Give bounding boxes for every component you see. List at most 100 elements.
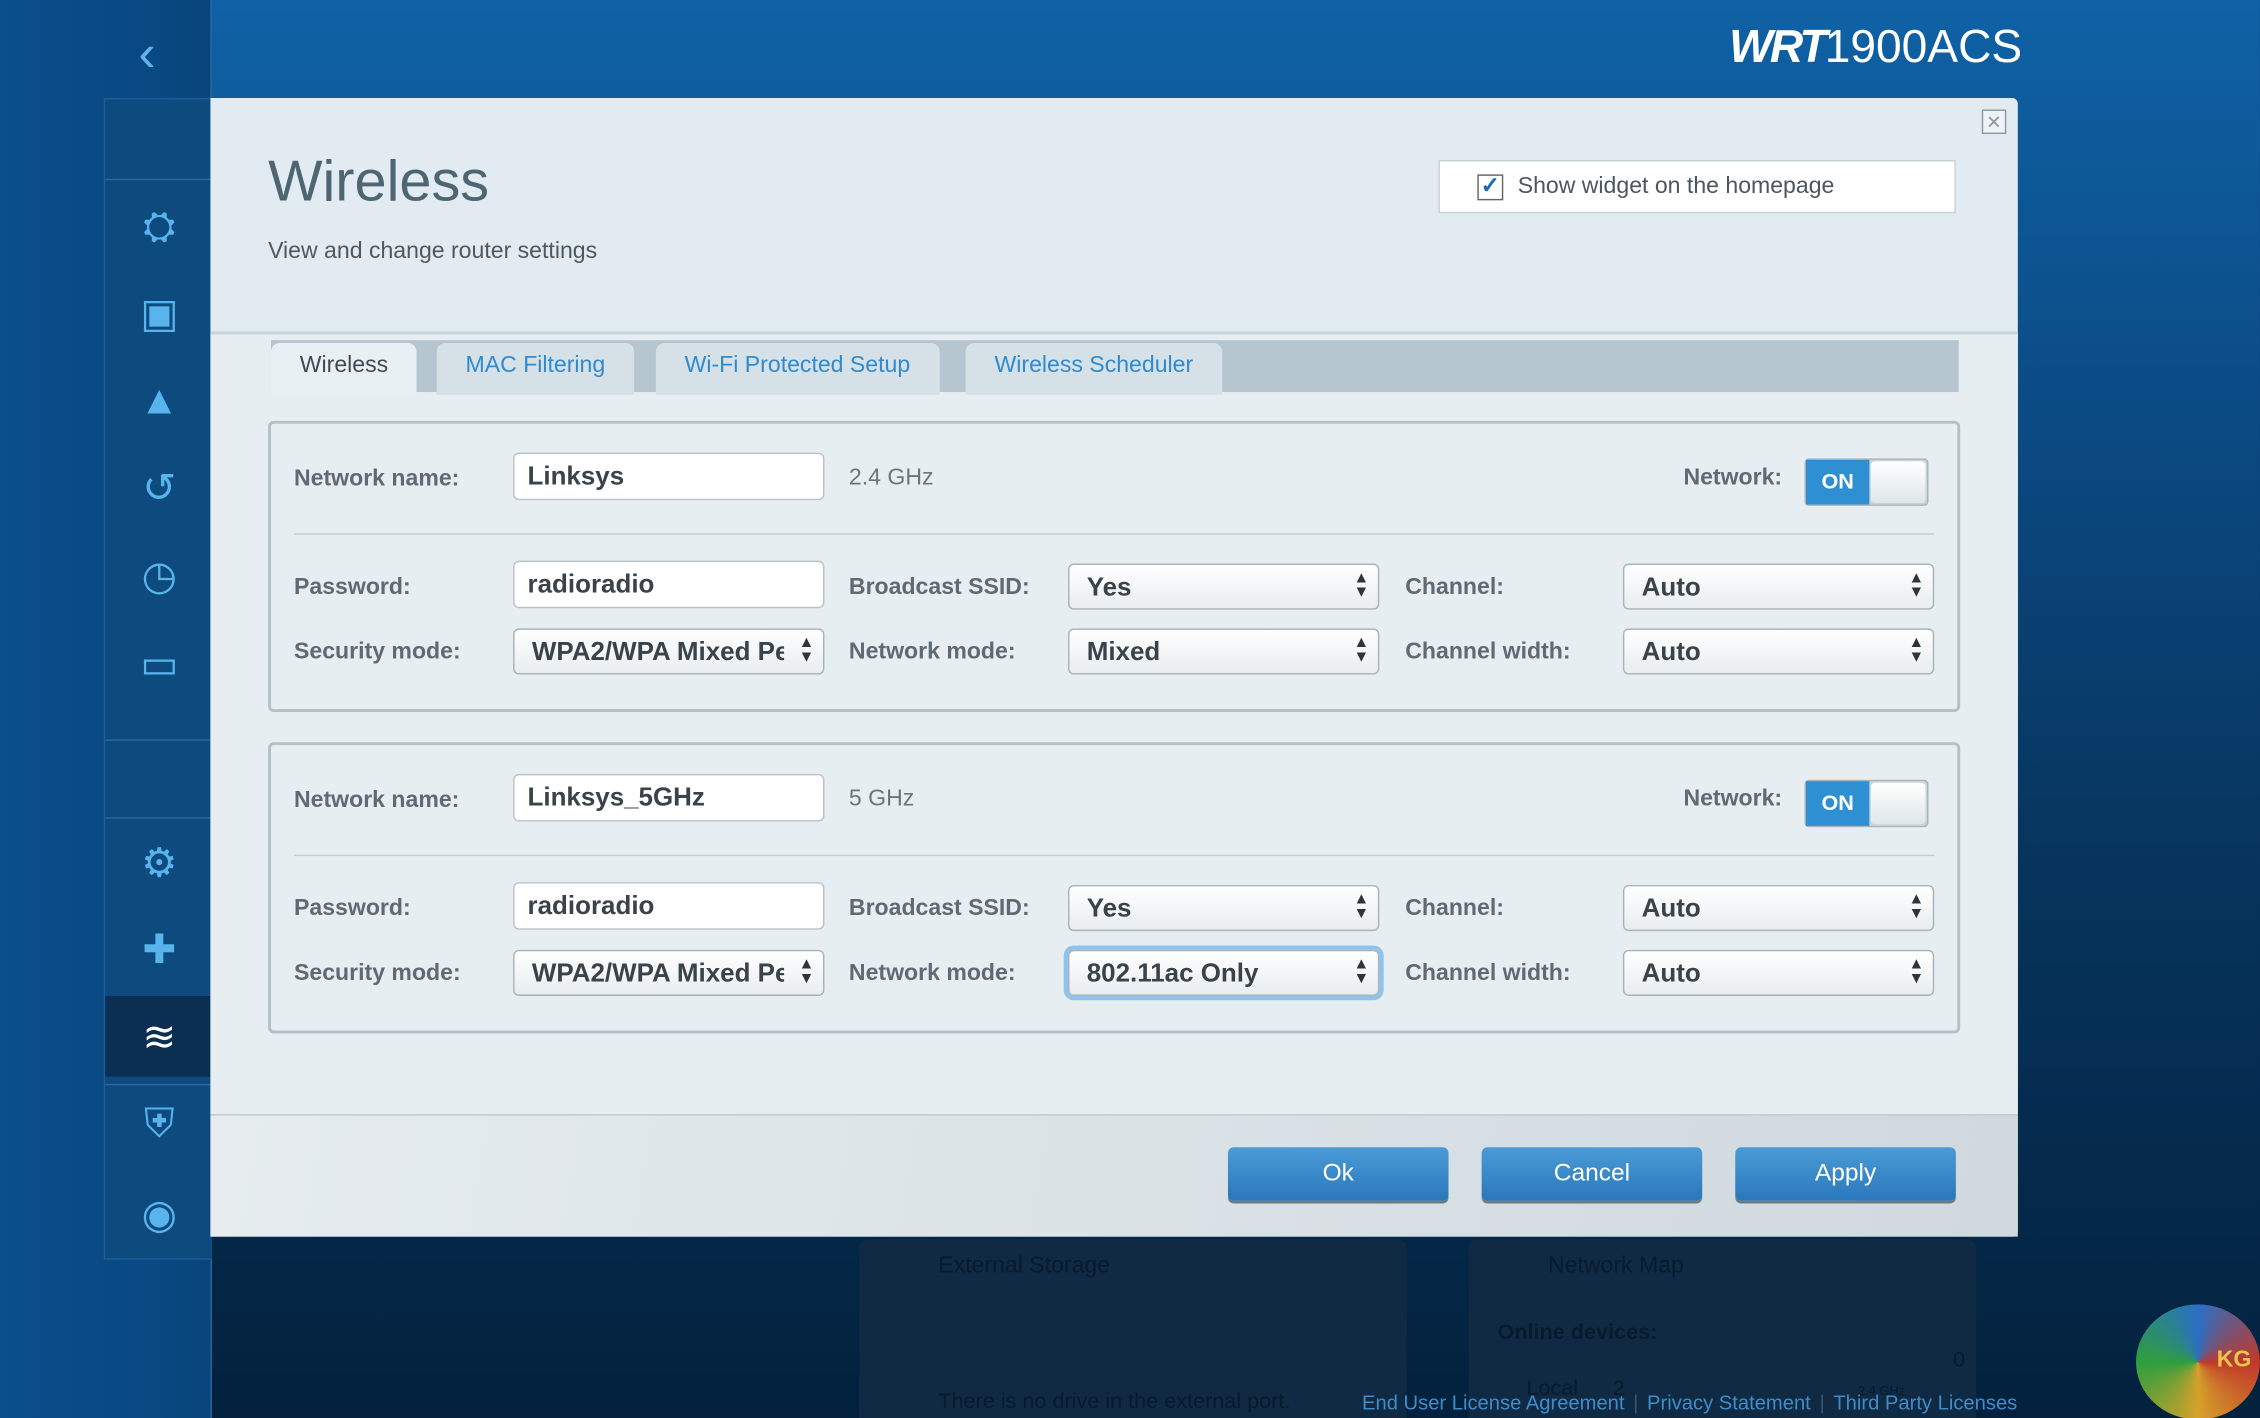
- footer-links: End User License Agreement | Privacy State…: [1362, 1391, 2017, 1414]
- sidebar-divider: [105, 739, 214, 741]
- toggle-knob[interactable]: [1870, 461, 1926, 504]
- channel-select[interactable]: Auto ▲ ▼: [1622, 563, 1935, 610]
- troubleshooting-icon[interactable]: ✚: [105, 908, 213, 989]
- page-title: Wireless: [268, 149, 490, 214]
- network-label: Network:: [1683, 465, 1783, 491]
- ok-button[interactable]: Ok: [1227, 1147, 1449, 1201]
- select-value: Yes: [1086, 572, 1132, 602]
- select-arrows-icon: ▲ ▼: [798, 955, 815, 988]
- checkbox-checked-icon[interactable]: ✓: [1477, 173, 1504, 200]
- product-logo: WRT1900ACS: [1729, 20, 2023, 73]
- settings-content: Wireless MAC Filtering Wi-Fi Protected S…: [210, 331, 2018, 1115]
- tab-bar: Wireless MAC Filtering Wi-Fi Protected S…: [270, 340, 1959, 395]
- security-mode-select[interactable]: WPA2/WPA Mixed Personal ▲▼: [513, 949, 825, 996]
- network-label: Network:: [1683, 786, 1783, 812]
- network-mode-select[interactable]: Mixed ▲ ▼: [1068, 628, 1380, 675]
- password-input[interactable]: radioradio: [513, 560, 825, 609]
- network-name-input[interactable]: Linksys: [513, 452, 825, 501]
- network-map-icon[interactable]: ⛭: [105, 186, 213, 267]
- select-value: Yes: [1086, 893, 1132, 923]
- usb-icon[interactable]: ▭: [105, 623, 213, 704]
- broadcast-ssid-label: Broadcast SSID:: [848, 575, 1030, 600]
- select-arrows-icon: ▲ ▼: [1908, 634, 1925, 666]
- wireless-dialog: ✕ Wireless View and change router settin…: [210, 98, 2018, 1237]
- security-mode-select[interactable]: WPA2/WPA Mixed Personal ▲▼: [513, 628, 825, 675]
- network-name-input[interactable]: Linksys_5GHz: [513, 773, 825, 822]
- select-arrows-icon: ▲ ▼: [1908, 890, 1925, 923]
- cancel-button[interactable]: Cancel: [1481, 1147, 1703, 1201]
- channel-label: Channel:: [1405, 575, 1504, 600]
- online-devices-label: Online devices:: [1497, 1320, 1658, 1345]
- select-value: 802.11ac Only: [1086, 958, 1259, 988]
- watermark-logo: KG: [2136, 1304, 2260, 1418]
- parental-controls-icon[interactable]: ▲: [105, 360, 213, 441]
- external-storage-icon[interactable]: ▣: [105, 272, 213, 353]
- channel-label: Channel:: [1405, 896, 1504, 921]
- dialog-footer: Ok Cancel Apply: [210, 1114, 2018, 1237]
- speed-test-icon[interactable]: ◷: [105, 535, 213, 616]
- divider: |: [1819, 1390, 1825, 1414]
- channel-select[interactable]: Auto ▲ ▼: [1622, 884, 1935, 932]
- network-mode-label: Network mode:: [848, 639, 1016, 665]
- widget-title: Network Map: [1547, 1253, 1684, 1279]
- channel-width-label: Channel width:: [1405, 961, 1571, 986]
- channel-width-select[interactable]: Auto ▲ ▼: [1622, 949, 1935, 996]
- sidebar: ⛭ ▣ ▲ ↺ ◷ ▭ ⚙ ✚ ≋ ⛨ ◉: [103, 98, 214, 1260]
- select-value: Auto: [1641, 637, 1701, 666]
- toggle-knob[interactable]: [1870, 782, 1926, 825]
- privacy-link[interactable]: Privacy Statement: [1647, 1391, 1811, 1414]
- connectivity-icon[interactable]: ⚙: [105, 822, 213, 903]
- show-widget-toggle[interactable]: ✓ Show widget on the homepage: [1438, 159, 1956, 214]
- select-value: Mixed: [1086, 637, 1161, 666]
- linksys-smart-wifi-icon[interactable]: ◉: [105, 1173, 213, 1254]
- select-value: Auto: [1641, 572, 1701, 602]
- password-input[interactable]: radioradio: [513, 882, 825, 930]
- page-subtitle: View and change router settings: [268, 239, 598, 264]
- widget-message: There is no drive in the external port.: [938, 1389, 1291, 1414]
- password-label: Password:: [294, 896, 411, 921]
- band-count: 0: [1952, 1347, 1965, 1373]
- tab-mac-filtering[interactable]: MAC Filtering: [436, 343, 635, 395]
- select-arrows-icon: ▲ ▼: [1353, 569, 1370, 602]
- wireless-icon[interactable]: ≋: [105, 995, 214, 1077]
- security-mode-label: Security mode:: [294, 639, 461, 665]
- widget-title: External Storage: [938, 1253, 1111, 1279]
- band-panel-5ghz: Network name: Linksys_5GHz 5 GHz Network…: [268, 742, 1961, 1034]
- broadcast-ssid-label: Broadcast SSID:: [848, 896, 1030, 921]
- sidebar-divider: [105, 178, 214, 181]
- select-value: WPA2/WPA Mixed Personal: [531, 637, 784, 666]
- password-label: Password:: [294, 575, 411, 600]
- divider: |: [1633, 1390, 1639, 1414]
- background-widget-external-storage: External Storage There is no drive in th…: [859, 1239, 1407, 1418]
- security-icon[interactable]: ⛨: [105, 1084, 213, 1165]
- channel-width-label: Channel width:: [1405, 639, 1571, 665]
- broadcast-ssid-select[interactable]: Yes ▲ ▼: [1068, 563, 1380, 610]
- select-value: Auto: [1641, 958, 1701, 988]
- sidebar-divider: [105, 817, 214, 819]
- third-party-link[interactable]: Third Party Licenses: [1833, 1391, 2017, 1414]
- select-arrows-icon: ▲ ▼: [1353, 955, 1370, 988]
- divider: [294, 854, 1935, 857]
- channel-width-select[interactable]: Auto ▲ ▼: [1622, 628, 1935, 675]
- close-icon[interactable]: ✕: [1981, 109, 2007, 135]
- select-value: Auto: [1641, 893, 1701, 923]
- eula-link[interactable]: End User License Agreement: [1362, 1391, 1624, 1414]
- select-arrows-icon: ▲ ▼: [1908, 955, 1925, 988]
- network-mode-select[interactable]: 802.11ac Only ▲ ▼: [1068, 949, 1380, 996]
- tab-wifi-protected-setup[interactable]: Wi-Fi Protected Setup: [655, 343, 940, 395]
- band-label: 2.4 GHz: [848, 465, 934, 491]
- media-prioritization-icon[interactable]: ↺: [105, 447, 213, 528]
- broadcast-ssid-select[interactable]: Yes ▲ ▼: [1068, 884, 1380, 932]
- tab-wireless-scheduler[interactable]: Wireless Scheduler: [965, 343, 1222, 395]
- toggle-on-label: ON: [1805, 459, 1870, 505]
- toggle-on-label: ON: [1805, 781, 1870, 826]
- tab-wireless[interactable]: Wireless: [270, 343, 418, 395]
- network-toggle[interactable]: ON: [1804, 779, 1929, 828]
- show-widget-label: Show widget on the homepage: [1517, 173, 1835, 199]
- apply-button[interactable]: Apply: [1735, 1147, 1956, 1201]
- back-chevron-icon[interactable]: ‹: [138, 23, 155, 84]
- network-mode-label: Network mode:: [848, 961, 1016, 986]
- network-toggle[interactable]: ON: [1804, 458, 1929, 506]
- select-arrows-icon: ▲ ▼: [798, 634, 815, 666]
- select-arrows-icon: ▲ ▼: [1353, 890, 1370, 923]
